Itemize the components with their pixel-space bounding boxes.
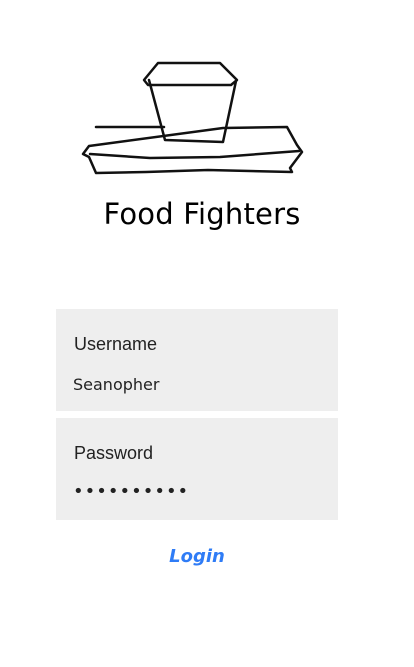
username-field[interactable]: Username (56, 309, 338, 411)
password-label: Password (74, 443, 154, 463)
food-tray-icon (81, 61, 304, 175)
password-input[interactable] (73, 476, 323, 506)
app-title: Food Fighters (103, 197, 301, 231)
username-input[interactable] (73, 369, 323, 399)
username-label: Username (74, 334, 158, 354)
login-button[interactable]: Login (0, 546, 394, 567)
password-field[interactable]: Password (56, 418, 338, 520)
